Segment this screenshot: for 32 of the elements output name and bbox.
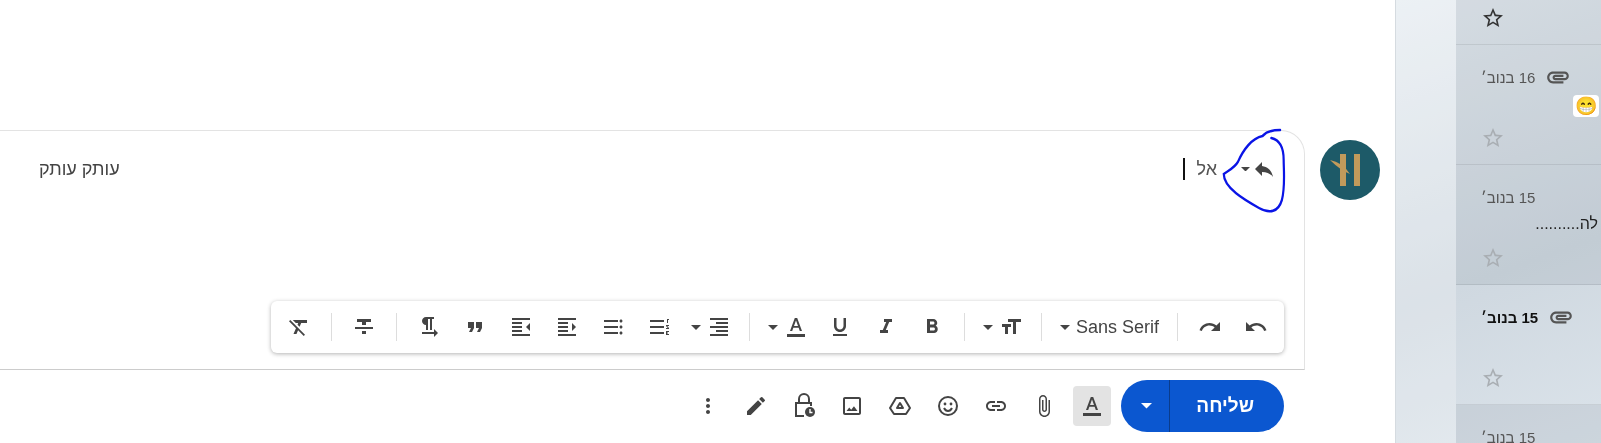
smiley-icon	[936, 394, 961, 418]
cc-text: עותק עותק	[39, 158, 120, 180]
mail-date: 15 בנוב׳	[1481, 308, 1539, 326]
star-icon	[1481, 6, 1505, 30]
mail-row[interactable]: 15 בנוב׳	[1456, 285, 1601, 405]
star-icon	[1481, 246, 1505, 270]
star-icon	[1481, 366, 1505, 390]
to-label: אל	[1196, 158, 1217, 180]
mail-row[interactable]: 15 בנוב׳ לה..........	[1456, 165, 1601, 285]
mail-date: 15 בנוב׳	[1481, 188, 1536, 206]
mail-row[interactable]: 15 בנוב׳	[1456, 405, 1601, 443]
more-icon	[706, 398, 711, 414]
mail-snippet: 😁	[1573, 95, 1599, 117]
caret-icon	[690, 324, 701, 330]
mail-row[interactable]: 16 בנוב׳ 😁	[1456, 45, 1601, 165]
mail-date: 16 בנוב׳	[1481, 68, 1536, 86]
caret-icon	[982, 324, 993, 330]
mail-snippet: לה..........	[1535, 215, 1599, 233]
caret-icon	[1140, 403, 1152, 409]
caret-icon	[767, 324, 778, 330]
caret-icon	[1241, 166, 1250, 172]
send-options-button[interactable]	[1121, 380, 1170, 432]
drive-triangle-icon	[888, 394, 913, 418]
send-button[interactable]: שליחה	[1169, 380, 1284, 432]
caret-icon	[1059, 324, 1070, 330]
font-selector[interactable]: Sans Serif	[1055, 309, 1163, 345]
star-icon	[1481, 126, 1505, 150]
formatting-button[interactable]	[1073, 386, 1112, 426]
lock-clock-icon	[792, 393, 817, 419]
mail-date: 15 בנוב׳	[1481, 428, 1536, 443]
text-cursor	[1182, 158, 1185, 180]
avatar-icon[interactable]	[1320, 140, 1380, 200]
